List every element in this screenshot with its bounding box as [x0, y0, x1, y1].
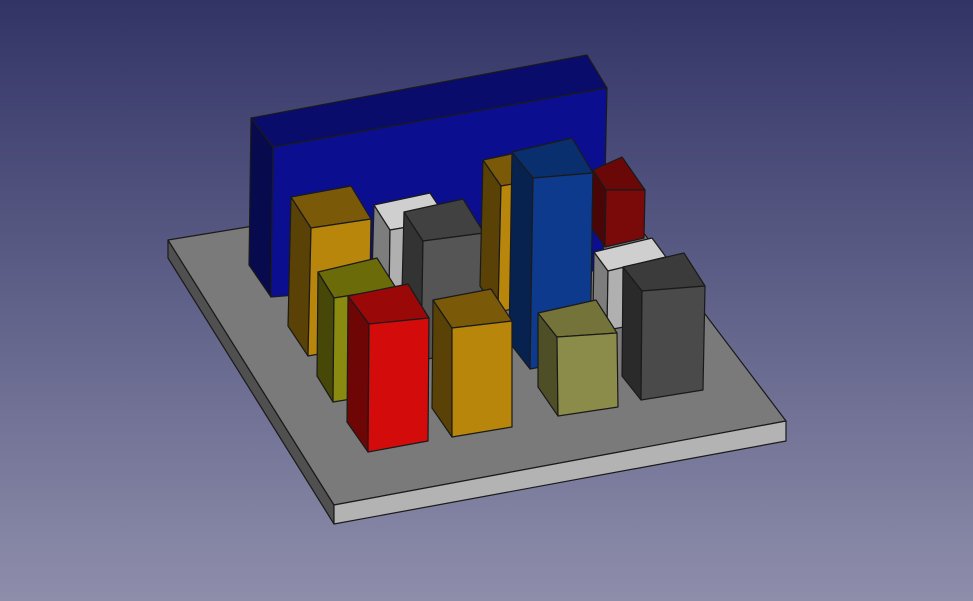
- gold-block-front[interactable]: [431, 288, 513, 438]
- dark-gray-block-right[interactable]: [621, 252, 706, 401]
- gold-block-front-front-face: [451, 320, 513, 438]
- red-block[interactable]: [346, 283, 430, 453]
- khaki-block-front-face: [556, 332, 619, 417]
- khaki-block[interactable]: [537, 299, 619, 417]
- 3d-viewport[interactable]: [0, 0, 973, 601]
- back-panel-left-face: [248, 117, 274, 298]
- dark-red-block-front-face: [604, 189, 646, 248]
- dark-gray-block-right-front-face: [640, 285, 706, 401]
- red-block-front-face: [367, 317, 430, 453]
- scene-canvas[interactable]: [0, 0, 973, 601]
